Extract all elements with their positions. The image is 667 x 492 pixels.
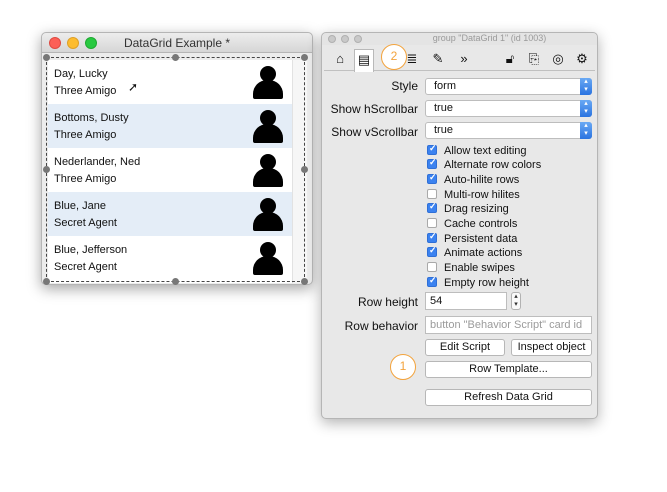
row-name: Day, Lucky — [54, 68, 108, 80]
checkbox[interactable] — [427, 275, 437, 287]
row-behavior-field[interactable]: button "Behavior Script" card id — [425, 316, 592, 334]
resize-handle[interactable] — [172, 54, 179, 61]
row-height-field[interactable]: 54 — [425, 292, 507, 310]
callout-badge-1: 1 — [390, 354, 416, 380]
checkbox[interactable] — [427, 245, 437, 257]
option-empty-row-height[interactable]: Empty row height — [427, 275, 529, 291]
table-row[interactable]: Blue, Jane Secret Agent — [48, 192, 292, 236]
datagrid-window: DataGrid Example * Day, Lucky Three Amig… — [41, 32, 313, 285]
option-animate-actions[interactable]: Animate actions — [427, 245, 522, 261]
show-hscrollbar-select[interactable]: true ▴ ▾ — [425, 100, 592, 117]
checkbox[interactable] — [427, 262, 437, 272]
style-label: Style — [391, 79, 418, 93]
option-cache-controls[interactable]: Cache controls — [427, 218, 517, 232]
callout-badge-2: 2 — [381, 44, 407, 70]
checkbox[interactable] — [427, 172, 437, 184]
chevron-double-right-icon[interactable]: » — [454, 49, 474, 69]
person-icon — [253, 242, 283, 276]
row-height-stepper[interactable]: ▴ ▾ — [511, 292, 521, 310]
row-name: Blue, Jefferson — [54, 244, 128, 256]
option-drag-resizing[interactable]: Drag resizing — [427, 201, 509, 217]
show-hscrollbar-value: true — [434, 102, 453, 114]
table-row[interactable]: Day, Lucky Three Amigo — [48, 60, 292, 104]
row-role: Three Amigo — [54, 173, 117, 185]
card-icon[interactable]: ▤ — [354, 49, 374, 72]
row-name: Blue, Jane — [54, 200, 106, 212]
edit-script-button[interactable]: Edit Script — [425, 339, 505, 356]
gear-icon[interactable]: ⚙ — [572, 49, 592, 69]
target-icon[interactable]: ◎ — [548, 49, 568, 69]
row-name: Bottoms, Dusty — [54, 112, 129, 124]
table-row[interactable]: Nederlander, Ned Three Amigo — [48, 148, 292, 192]
row-name: Nederlander, Ned — [54, 156, 141, 168]
resize-handle[interactable] — [301, 166, 308, 173]
row-template-button[interactable]: Row Template... — [425, 361, 592, 378]
person-icon — [253, 66, 283, 100]
row-behavior-label: Row behavior — [344, 319, 418, 333]
table-row[interactable]: Bottoms, Dusty Three Amigo — [48, 104, 292, 148]
show-vscrollbar-label: Show vScrollbar — [331, 125, 418, 139]
data-grid[interactable]: Day, Lucky Three Amigo Bottoms, Dusty Th… — [48, 60, 292, 283]
resize-handle[interactable] — [43, 54, 50, 61]
row-role: Three Amigo — [54, 129, 117, 141]
checkbox[interactable] — [427, 143, 437, 155]
inspector-title: group "DataGrid 1" (id 1003) — [432, 33, 547, 43]
close-button[interactable] — [328, 35, 336, 43]
datagrid-titlebar: DataGrid Example * — [42, 33, 312, 53]
row-role: Secret Agent — [54, 217, 117, 229]
option-enable-swipes[interactable]: Enable swipes — [427, 262, 515, 276]
row-role: Secret Agent — [54, 261, 117, 273]
zoom-button[interactable] — [354, 35, 362, 43]
lock-icon[interactable]: 🔓︎ — [500, 49, 520, 69]
inspect-object-button[interactable]: Inspect object — [511, 339, 592, 356]
resize-handle[interactable] — [301, 278, 308, 285]
move-cursor-icon: ➚ — [128, 80, 139, 94]
option-alternate-row-colors[interactable]: Alternate row colors — [427, 157, 541, 173]
resize-handle[interactable] — [172, 278, 179, 285]
row-height-label: Row height — [357, 295, 418, 309]
resize-handle[interactable] — [43, 278, 50, 285]
minimize-button[interactable] — [341, 35, 349, 43]
person-icon — [253, 154, 283, 188]
style-value: form — [434, 80, 456, 92]
code-icon[interactable]: ⎘ — [524, 49, 544, 69]
checkbox[interactable] — [427, 218, 437, 228]
checkbox[interactable] — [427, 201, 437, 213]
resize-handle[interactable] — [43, 166, 50, 173]
resize-handle[interactable] — [301, 54, 308, 61]
person-icon — [253, 198, 283, 232]
inspector-titlebar: group "DataGrid 1" (id 1003) — [322, 33, 597, 45]
checkbox[interactable] — [427, 231, 437, 243]
show-hscrollbar-label: Show hScrollbar — [330, 102, 418, 116]
show-vscrollbar-value: true — [434, 124, 453, 136]
refresh-data-grid-button[interactable]: Refresh Data Grid — [425, 389, 592, 406]
chevron-updown-icon: ▴ ▾ — [580, 122, 592, 139]
chevron-updown-icon: ▴ ▾ — [580, 78, 592, 95]
chevron-updown-icon: ▴ ▾ — [580, 100, 592, 117]
table-row[interactable]: Blue, Jefferson Secret Agent — [48, 236, 292, 280]
row-role: Three Amigo — [54, 85, 117, 97]
show-vscrollbar-select[interactable]: true ▴ ▾ — [425, 122, 592, 139]
inspector-toolbar: ⌂ ▤ ≣ ✎ » 🔓︎ ⎘ ◎ ⚙ — [324, 47, 595, 72]
option-auto-hilite-rows[interactable]: Auto-hilite rows — [427, 172, 519, 188]
option-multi-row-hilites[interactable]: Multi-row hilites — [427, 189, 520, 203]
option-persistent-data[interactable]: Persistent data — [427, 231, 517, 247]
checkbox[interactable] — [427, 189, 437, 199]
option-allow-text-editing[interactable]: Allow text editing — [427, 143, 527, 159]
window-title: DataGrid Example * — [123, 36, 231, 50]
property-inspector-window: group "DataGrid 1" (id 1003) ⌂ ▤ ≣ ✎ » 🔓… — [321, 32, 598, 419]
style-select[interactable]: form ▴ ▾ — [425, 78, 592, 95]
person-icon — [253, 110, 283, 144]
pencil-icon[interactable]: ✎ — [428, 49, 448, 69]
home-icon[interactable]: ⌂ — [330, 49, 350, 69]
checkbox[interactable] — [427, 157, 437, 169]
